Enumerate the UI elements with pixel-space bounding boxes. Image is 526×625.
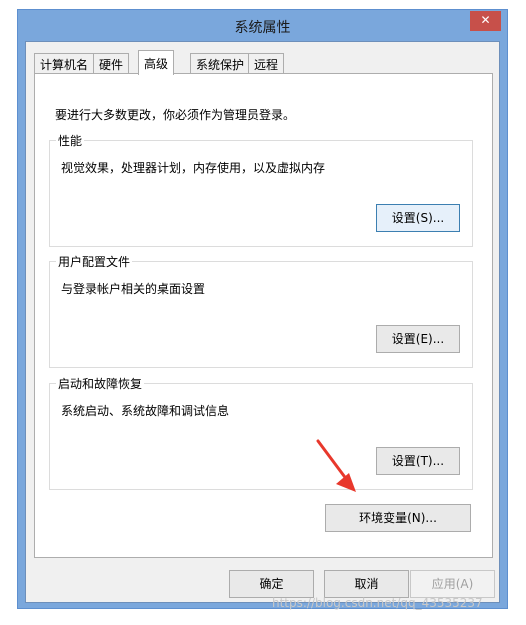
close-button[interactable]: ✕ [470, 11, 501, 31]
startup-recovery-group-title: 启动和故障恢复 [56, 375, 145, 392]
performance-group: 性能 视觉效果，处理器计划，内存使用，以及虚拟内存 设置(S)... [49, 132, 473, 247]
watermark-text: https://blog.csdn.net/qq_43535237 [272, 596, 483, 610]
startup-recovery-group: 启动和故障恢复 系统启动、系统故障和调试信息 设置(T)... [49, 375, 473, 490]
user-profiles-description: 与登录帐户相关的桌面设置 [61, 282, 206, 296]
tab-hardware[interactable]: 硬件 [93, 53, 130, 74]
dialog-client-area: 计算机名 硬件 高级 系统保护 远程 要进行大多数更改，你必须作为管理员登录。 … [25, 41, 500, 603]
tab-remote[interactable]: 远程 [248, 53, 285, 74]
system-properties-window: 系统属性 ✕ 计算机名 硬件 高级 系统保护 远程 要进行大多数更改，你必须作为… [17, 9, 508, 609]
environment-variables-button[interactable]: 环境变量(N)... [325, 504, 471, 532]
title-bar: 系统属性 ✕ [18, 10, 507, 41]
user-profiles-group-title: 用户配置文件 [56, 253, 133, 270]
advanced-tab-panel: 要进行大多数更改，你必须作为管理员登录。 性能 视觉效果，处理器计划，内存使用，… [34, 73, 493, 558]
cancel-button[interactable]: 取消 [324, 570, 409, 598]
user-profiles-group: 用户配置文件 与登录帐户相关的桌面设置 设置(E)... [49, 253, 473, 368]
tab-system-protection[interactable]: 系统保护 [190, 53, 251, 74]
performance-description: 视觉效果，处理器计划，内存使用，以及虚拟内存 [61, 161, 326, 175]
apply-button[interactable]: 应用(A) [410, 570, 495, 598]
tab-advanced[interactable]: 高级 [138, 50, 175, 75]
startup-recovery-description: 系统启动、系统故障和调试信息 [61, 404, 230, 418]
window-title: 系统属性 [234, 20, 291, 36]
red-arrow-icon [316, 439, 356, 492]
performance-group-title: 性能 [56, 132, 85, 149]
tab-computer-name[interactable]: 计算机名 [34, 53, 95, 74]
performance-settings-button[interactable]: 设置(S)... [376, 204, 460, 232]
admin-notice: 要进行大多数更改，你必须作为管理员登录。 [55, 108, 296, 122]
user-profiles-settings-button[interactable]: 设置(E)... [376, 325, 460, 353]
startup-recovery-settings-button[interactable]: 设置(T)... [376, 447, 460, 475]
ok-button[interactable]: 确定 [229, 570, 314, 598]
